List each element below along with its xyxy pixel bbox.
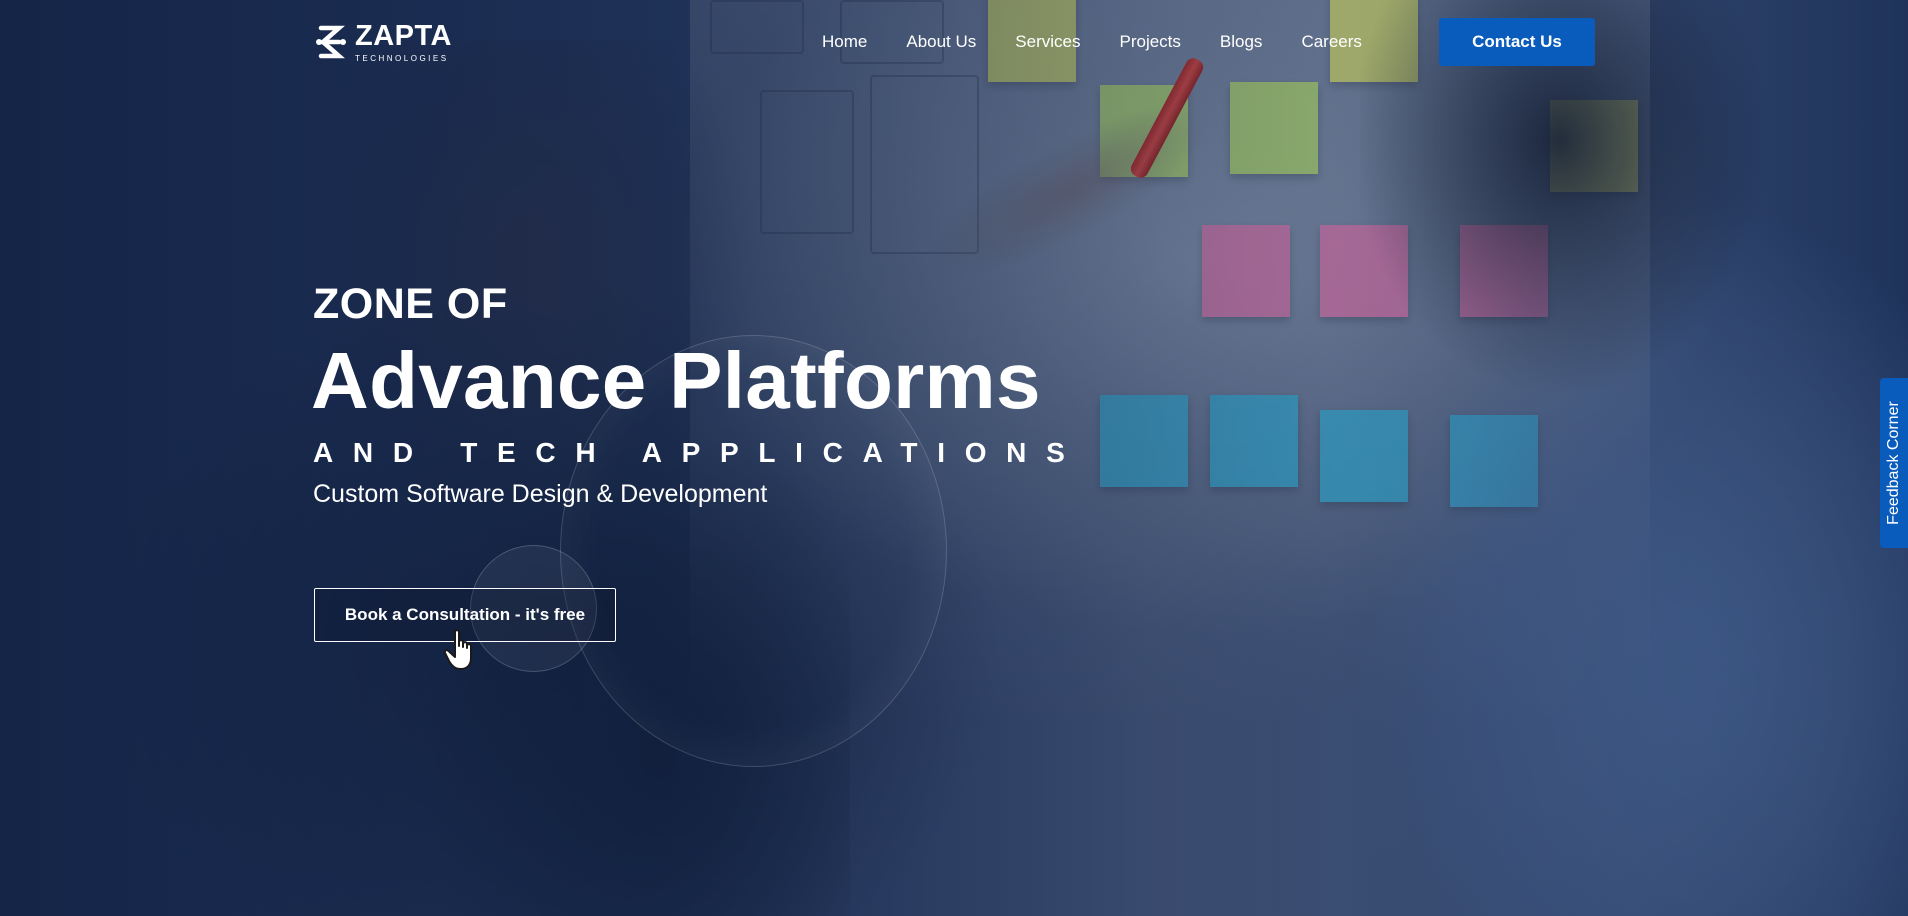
feedback-corner-tab[interactable]: Feedback Corner <box>1880 378 1908 548</box>
hero-eyebrow: ZONE OF <box>313 280 508 328</box>
nav-item-careers[interactable]: Careers <box>1301 32 1361 52</box>
nav-item-services[interactable]: Services <box>1015 32 1080 52</box>
hero-section: ZAPTA TECHNOLOGIES Home About Us Service… <box>0 0 1908 916</box>
brand-name: ZAPTA <box>355 19 453 52</box>
nav-item-blogs[interactable]: Blogs <box>1220 32 1263 52</box>
nav-item-about-us[interactable]: About Us <box>906 32 976 52</box>
hero-headline: Advance Platforms <box>311 336 1041 425</box>
brand-subtitle: TECHNOLOGIES <box>355 53 449 63</box>
hero-tagline: Custom Software Design & Development <box>313 480 768 508</box>
main-nav: Home About Us Services Projects Blogs Ca… <box>822 18 1401 66</box>
nav-item-projects[interactable]: Projects <box>1119 32 1180 52</box>
zapta-logo-icon <box>316 25 346 59</box>
feedback-corner-label: Feedback Corner <box>1885 401 1902 525</box>
nav-item-home[interactable]: Home <box>822 32 867 52</box>
hand-pointer-icon <box>443 629 472 670</box>
brand-logo[interactable]: ZAPTA TECHNOLOGIES <box>313 20 452 64</box>
brand-wordmark: ZAPTA TECHNOLOGIES <box>355 19 453 63</box>
contact-us-button[interactable]: Contact Us <box>1439 18 1595 66</box>
hero-subheading: AND TECH APPLICATIONS <box>313 437 1085 468</box>
